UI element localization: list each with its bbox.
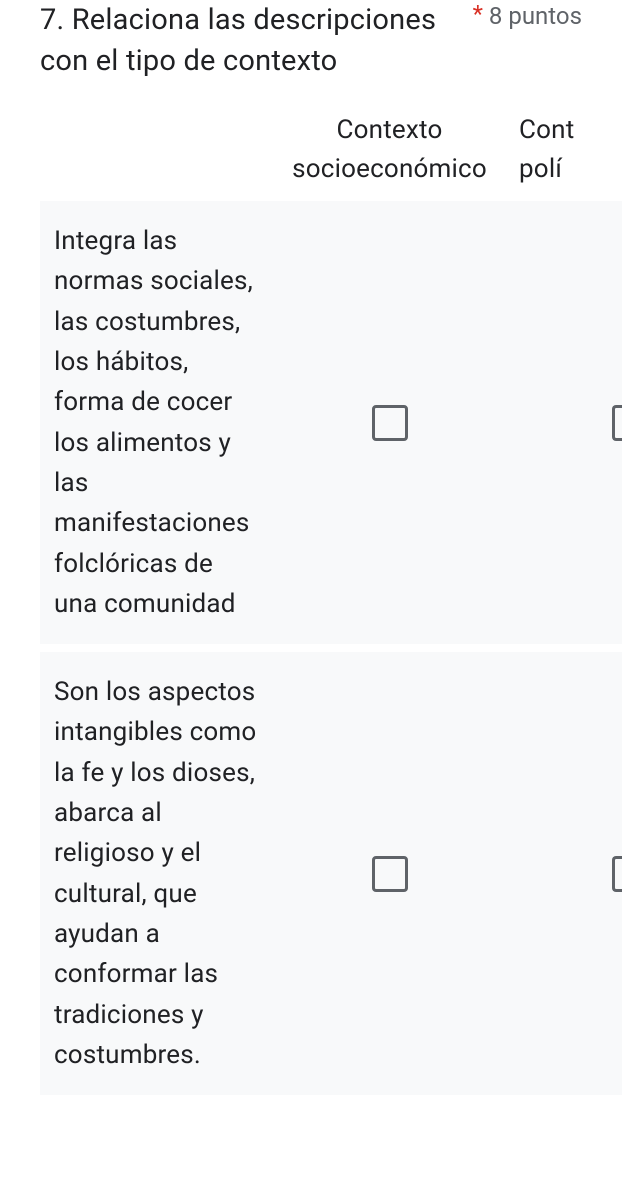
column-header-socioeconomico: Contexto socioeconómico xyxy=(272,111,507,189)
question-title: 7. Relaciona las descripciones con el ti… xyxy=(40,0,473,81)
grid-cell xyxy=(272,856,507,892)
column-header-politico-partial: Cont polí xyxy=(507,111,622,189)
grid-container: Contexto socioeconómico Cont polí Integr… xyxy=(0,111,622,1095)
grid-cell xyxy=(272,405,507,441)
points-text: 8 puntos xyxy=(489,2,582,31)
points-wrap: * 8 puntos xyxy=(473,0,582,31)
grid-row: Integra las normas sociales, las costumb… xyxy=(40,201,622,644)
checkbox-row2-col1[interactable] xyxy=(372,856,408,892)
grid-cell-partial xyxy=(507,405,622,441)
question-header: 7. Relaciona las descripciones con el ti… xyxy=(0,0,622,111)
grid-cell-partial xyxy=(507,856,622,892)
required-indicator: * xyxy=(473,2,483,26)
header-spacer xyxy=(40,111,272,189)
row-label: Son los aspectos intangibles como la fe … xyxy=(40,652,272,1095)
checkbox-row1-col2-partial[interactable] xyxy=(612,405,622,441)
grid-row: Son los aspectos intangibles como la fe … xyxy=(40,652,622,1095)
row-label: Integra las normas sociales, las costumb… xyxy=(40,201,272,644)
checkbox-row1-col1[interactable] xyxy=(372,405,408,441)
checkbox-row2-col2-partial[interactable] xyxy=(612,856,622,892)
grid-column-headers: Contexto socioeconómico Cont polí xyxy=(40,111,622,201)
